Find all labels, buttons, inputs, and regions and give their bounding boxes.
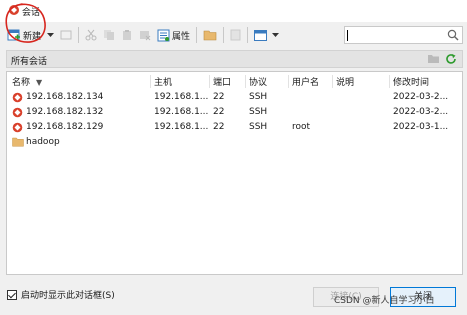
new-session-button[interactable]: 新建 — [4, 25, 44, 45]
view-icon — [254, 29, 268, 41]
chevron-down-icon — [47, 33, 55, 37]
session-port: 22 — [213, 122, 225, 132]
folder-row[interactable]: hadoop — [7, 135, 462, 150]
show-on-startup-checkbox[interactable] — [7, 289, 17, 300]
text-caret — [347, 30, 348, 41]
delete-button[interactable] — [136, 25, 154, 45]
document-icon — [230, 29, 241, 41]
session-user: root — [292, 122, 311, 132]
toolbar-separator — [196, 27, 198, 43]
session-name: 192.168.182.134 — [26, 92, 104, 102]
window-title: 会话 — [22, 8, 41, 18]
session-row[interactable]: 192.168.182.129 192.168.1... 22 SSH root… — [7, 120, 462, 135]
new-session-icon — [7, 29, 20, 41]
session-modified: 2022-03-2... — [393, 107, 449, 117]
show-on-startup-label: 启动时显示此对话框(S) — [21, 291, 115, 301]
folder-name: hadoop — [26, 137, 60, 147]
chevron-down-icon — [272, 33, 280, 37]
sort-down-icon: ▼ — [36, 78, 43, 87]
watermark: CSDN @新人自学习小白 — [334, 296, 435, 306]
session-list[interactable]: 名称 ▼ 主机 端口 协议 用户名 说明 修改时间 192.168.182.134… — [6, 71, 463, 275]
delete-icon — [140, 31, 151, 41]
folder-icon[interactable] — [427, 53, 440, 64]
toolbar-separator — [78, 27, 80, 43]
session-row[interactable]: 192.168.182.132 192.168.1... 22 SSH 2022… — [7, 105, 462, 120]
folder-path-bar: 所有会话 — [6, 50, 463, 68]
paste-icon — [123, 30, 132, 40]
session-icon — [12, 107, 23, 118]
show-on-startup-option[interactable]: 启动时显示此对话框(S) — [7, 288, 115, 301]
refresh-icon[interactable] — [445, 53, 457, 65]
properties-icon — [157, 29, 170, 41]
toolbar-separator — [223, 27, 225, 43]
title-bar: 会话 — [0, 0, 467, 22]
column-header-user[interactable]: 用户名 — [288, 75, 332, 88]
session-protocol: SSH — [249, 122, 268, 132]
open-button[interactable] — [57, 25, 75, 45]
properties-button[interactable]: 属性 — [154, 25, 193, 45]
column-header-name[interactable]: 名称 ▼ — [7, 75, 147, 88]
session-protocol: SSH — [249, 92, 268, 102]
column-header-port[interactable]: 端口 — [209, 75, 245, 88]
session-port: 22 — [213, 92, 225, 102]
column-header-note[interactable]: 说明 — [332, 75, 389, 88]
session-port: 22 — [213, 107, 225, 117]
session-name: 192.168.182.129 — [26, 122, 104, 132]
session-host: 192.168.1... — [154, 122, 209, 132]
properties-label: 属性 — [172, 31, 191, 42]
session-icon — [12, 122, 23, 133]
session-host: 192.168.1... — [154, 107, 209, 117]
search-input[interactable] — [344, 26, 463, 44]
view-button[interactable] — [251, 25, 282, 45]
session-modified: 2022-03-2... — [393, 92, 449, 102]
cut-icon — [85, 29, 97, 41]
folder-icon — [203, 30, 217, 41]
new-dropdown-button[interactable] — [44, 25, 57, 45]
session-icon — [12, 92, 23, 103]
session-row[interactable]: 192.168.182.134 192.168.1... 22 SSH 2022… — [7, 90, 462, 105]
column-header-modified[interactable]: 修改时间 — [389, 75, 464, 88]
session-name: 192.168.182.132 — [26, 107, 104, 117]
app-icon — [9, 5, 19, 15]
cut-button[interactable] — [82, 25, 100, 45]
toolbar-separator — [247, 27, 249, 43]
session-host: 192.168.1... — [154, 92, 209, 102]
copy-icon — [104, 30, 115, 40]
folder-icon — [12, 137, 24, 147]
column-header-protocol[interactable]: 协议 — [245, 75, 289, 88]
paste-button[interactable] — [118, 25, 136, 45]
search-icon[interactable] — [447, 29, 459, 41]
session-protocol: SSH — [249, 107, 268, 117]
folder-path: 所有会话 — [11, 57, 48, 67]
new-session-label: 新建 — [23, 31, 42, 42]
details-button[interactable] — [227, 25, 244, 45]
copy-button[interactable] — [100, 25, 118, 45]
list-header: 名称 ▼ 主机 端口 协议 用户名 说明 修改时间 — [7, 72, 462, 88]
session-modified: 2022-03-1... — [393, 122, 449, 132]
column-header-host[interactable]: 主机 — [150, 75, 208, 88]
new-folder-button[interactable] — [200, 25, 220, 45]
open-icon — [60, 30, 72, 40]
